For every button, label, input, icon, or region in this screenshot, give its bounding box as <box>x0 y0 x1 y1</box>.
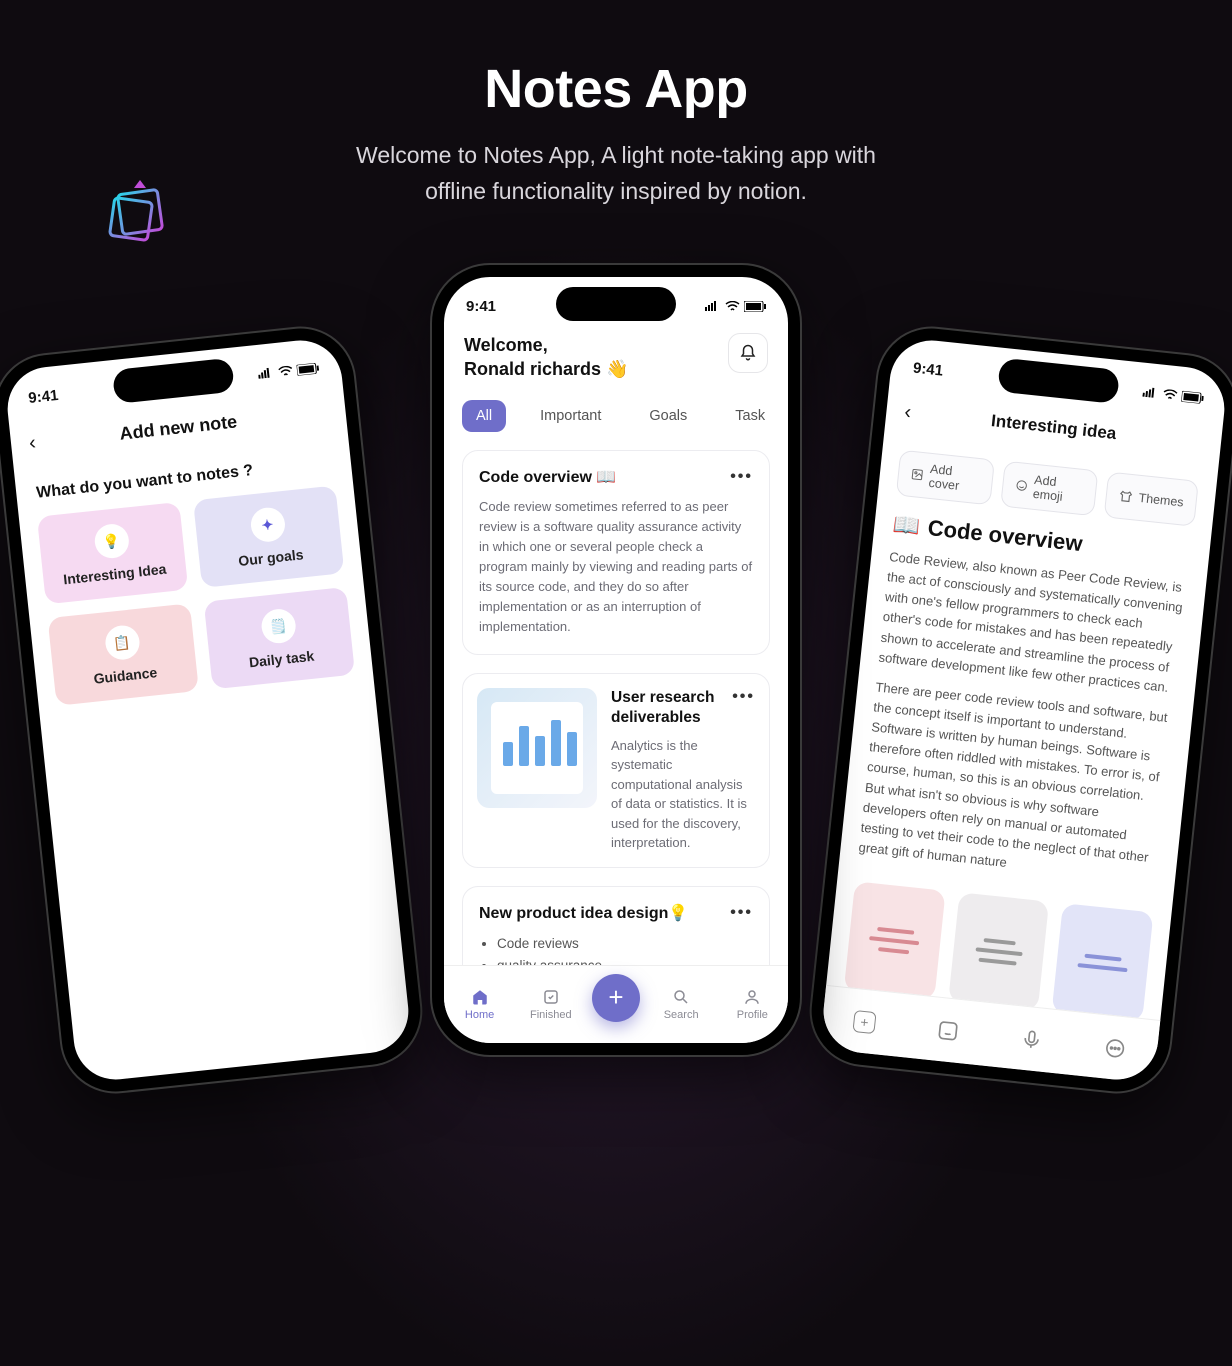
welcome-text: Welcome, Ronald richards 👋 <box>464 333 628 382</box>
sparkle-icon: ✦ <box>249 506 286 543</box>
note-preview: Code review sometimes referred to as pee… <box>479 497 753 638</box>
tab-task[interactable]: Task <box>721 400 770 432</box>
screen-title: Interesting idea <box>990 411 1117 444</box>
more-button[interactable]: ••• <box>730 904 753 922</box>
sticker-icon[interactable] <box>936 1018 960 1042</box>
image-icon <box>910 467 924 482</box>
status-indicators <box>258 362 320 379</box>
smile-icon <box>1014 478 1028 493</box>
themes-button[interactable]: Themes <box>1103 471 1198 526</box>
shirt-icon <box>1118 489 1133 504</box>
status-indicators <box>705 301 766 312</box>
battery-icon <box>296 362 319 375</box>
category-label: Our goals <box>238 546 305 569</box>
mic-icon[interactable] <box>1020 1027 1044 1051</box>
add-note-fab[interactable]: + <box>592 974 640 1022</box>
note-title: New product idea design💡 <box>479 903 688 923</box>
nav-search[interactable]: Search <box>651 988 711 1021</box>
clock: 9:41 <box>28 386 60 406</box>
back-button[interactable]: ‹ <box>903 400 912 424</box>
back-button[interactable]: ‹ <box>28 431 37 455</box>
template-option[interactable] <box>948 892 1050 1011</box>
add-cover-button[interactable]: Add cover <box>896 450 995 506</box>
category-guidance[interactable]: 📋 Guidance <box>48 603 199 705</box>
note-preview: Analytics is the systematic computationa… <box>611 736 755 853</box>
checklist-icon: 🗒️ <box>259 608 296 645</box>
user-icon <box>743 988 761 1006</box>
device-notch <box>556 287 676 321</box>
notifications-button[interactable] <box>728 333 768 373</box>
template-option[interactable] <box>1052 903 1154 1022</box>
book-emoji-icon: 📖 <box>891 511 921 540</box>
note-title: User research deliverables <box>611 688 732 728</box>
page-title: Notes App <box>0 0 1232 120</box>
category-daily-task[interactable]: 🗒️ Daily task <box>204 587 355 689</box>
category-interesting-idea[interactable]: 💡 Interesting Idea <box>37 502 188 604</box>
clock: 9:41 <box>466 298 496 315</box>
add-emoji-button[interactable]: Add emoji <box>1000 461 1098 517</box>
more-horizontal-icon[interactable] <box>1103 1036 1127 1060</box>
nav-finished[interactable]: Finished <box>521 988 581 1021</box>
mockup-note-detail-screen: 9:41 ‹ Interesting idea Add cover Add em… <box>806 323 1232 1097</box>
lightbulb-icon: 💡 <box>93 522 130 559</box>
note-card-code-overview[interactable]: Code overview 📖 ••• Code review sometime… <box>462 450 770 655</box>
template-option[interactable] <box>844 881 946 1000</box>
clipboard-icon: 📋 <box>103 624 140 661</box>
filter-tabs: All Important Goals Task Produc <box>462 400 770 432</box>
category-our-goals[interactable]: ✦ Our goals <box>193 485 344 587</box>
page-subtitle: Welcome to Notes App, A light note-takin… <box>0 138 1232 209</box>
document-paragraph: There are peer code review tools and sof… <box>858 677 1175 889</box>
mockup-add-note-screen: 9:41 ‹ Add new note What do you want to … <box>0 323 426 1097</box>
wifi-icon <box>277 365 293 378</box>
document-paragraph: Code Review, also known as Peer Code Rev… <box>878 547 1189 699</box>
clock: 9:41 <box>912 359 944 379</box>
bell-icon <box>739 344 757 362</box>
status-indicators <box>1142 386 1204 403</box>
tab-important[interactable]: Important <box>526 400 615 432</box>
mockup-home-screen: 9:41 Welcome, Ronald richards 👋 All Impo… <box>432 265 800 1055</box>
category-label: Guidance <box>93 664 158 687</box>
category-label: Daily task <box>248 648 315 671</box>
category-label: Interesting Idea <box>62 561 167 588</box>
nav-home[interactable]: Home <box>450 988 510 1021</box>
search-icon <box>672 988 690 1006</box>
more-button[interactable]: ••• <box>732 688 755 728</box>
add-block-button[interactable]: + <box>852 1009 876 1033</box>
tab-goals[interactable]: Goals <box>635 400 701 432</box>
note-card-user-research[interactable]: User research deliverables ••• Analytics… <box>462 673 770 868</box>
nav-profile[interactable]: Profile <box>722 988 782 1021</box>
screen-title: Add new note <box>119 411 239 444</box>
note-title: Code overview 📖 <box>479 467 616 487</box>
home-icon <box>471 988 489 1006</box>
more-button[interactable]: ••• <box>730 468 753 486</box>
notes-logo-icon <box>100 170 180 250</box>
check-square-icon <box>542 988 560 1006</box>
tab-all[interactable]: All <box>462 400 506 432</box>
bottom-nav: Home Finished + Search Profile <box>444 965 788 1043</box>
note-thumbnail <box>477 688 597 808</box>
